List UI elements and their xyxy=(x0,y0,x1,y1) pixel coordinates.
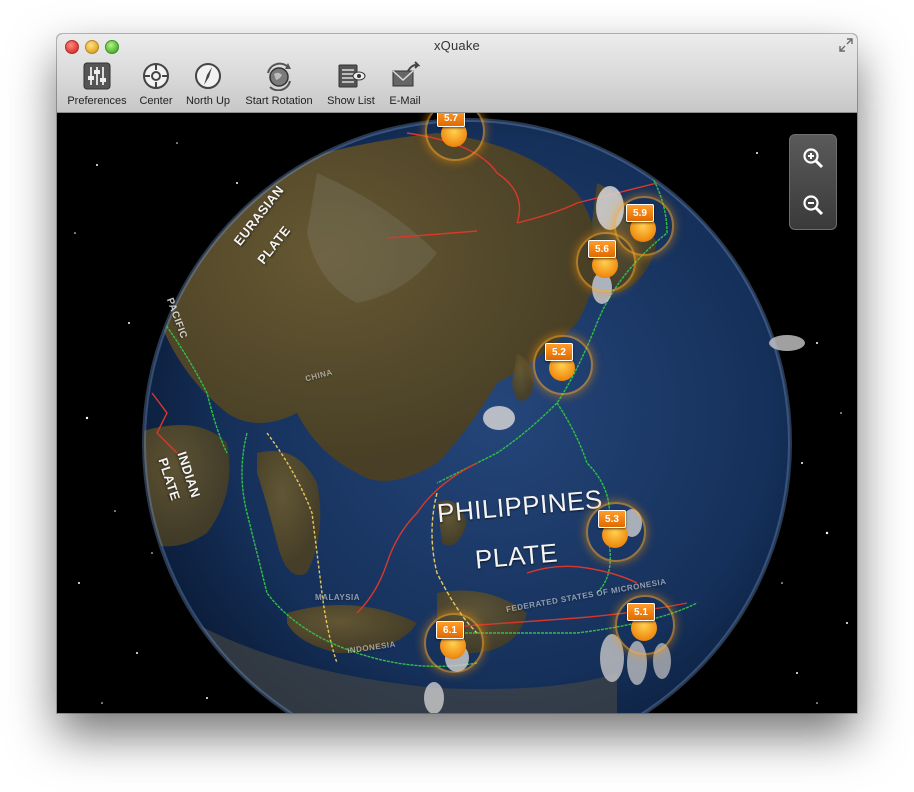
toolbar-label: Start Rotation xyxy=(245,95,313,107)
quake-marker[interactable]: 5.9 xyxy=(614,196,674,256)
toolbar-label: Show List xyxy=(327,95,375,107)
list-eye-icon xyxy=(338,64,366,88)
quake-magnitude-badge: 5.7 xyxy=(437,113,465,127)
compass-icon xyxy=(195,63,221,89)
toolbar-label: Preferences xyxy=(67,95,127,107)
quake-magnitude-badge: 6.1 xyxy=(436,621,464,639)
quake-marker[interactable]: 5.3 xyxy=(586,502,646,562)
toolbar-email[interactable]: E-Mail xyxy=(383,61,427,107)
toolbar-show-list[interactable]: Show List xyxy=(323,61,379,107)
quake-marker[interactable]: 5.1 xyxy=(615,595,675,655)
sliders-icon xyxy=(83,62,111,90)
quake-magnitude-badge: 5.1 xyxy=(627,603,655,621)
quake-magnitude-badge: 5.3 xyxy=(598,510,626,528)
window-title: xQuake xyxy=(433,38,480,53)
quake-magnitude-badge: 5.6 xyxy=(588,240,616,258)
rotate-globe-icon xyxy=(267,62,291,91)
toolbar-north-up[interactable]: North Up xyxy=(182,61,234,107)
region-label-malaysia: MALAYSIA xyxy=(315,593,361,602)
quake-marker[interactable]: 5.7 xyxy=(425,113,485,161)
toolbar-label: E-Mail xyxy=(389,95,421,107)
zoom-in-icon[interactable] xyxy=(802,147,824,169)
zoom-controls xyxy=(789,134,837,230)
toolbar-center[interactable]: Center xyxy=(136,61,176,107)
toolbar-preferences[interactable]: Preferences xyxy=(66,61,128,107)
crosshair-icon xyxy=(143,63,169,89)
title-bar: xQuake Preferences Center North Up Start… xyxy=(57,34,857,113)
quake-magnitude-badge: 5.2 xyxy=(545,343,573,361)
toolbar-start-rotation[interactable]: Start Rotation xyxy=(240,61,318,107)
globe-view[interactable]: EURASIAN PLATE INDIAN PLATE PHILIPPINES … xyxy=(57,113,857,713)
quake-magnitude-badge: 5.9 xyxy=(626,204,654,222)
toolbar-label: Center xyxy=(139,95,173,107)
zoom-out-icon[interactable] xyxy=(802,194,824,216)
envelope-icon xyxy=(392,61,420,87)
quake-marker[interactable]: 5.2 xyxy=(533,335,593,395)
quake-marker[interactable]: 5.6 xyxy=(576,232,636,292)
quake-marker[interactable]: 6.1 xyxy=(424,613,484,673)
toolbar-label: North Up xyxy=(185,95,231,107)
app-window: xQuake Preferences Center North Up Start… xyxy=(57,34,857,713)
fullscreen-icon[interactable] xyxy=(839,38,853,52)
